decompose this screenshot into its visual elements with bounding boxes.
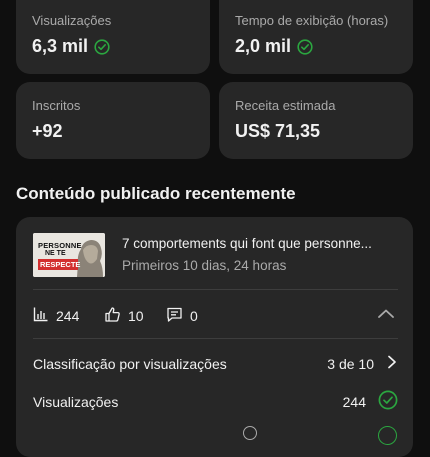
next-row-check-partial	[378, 426, 397, 445]
next-row-partial	[243, 426, 257, 440]
ranking-row[interactable]: Classificação por visualizações 3 de 10	[33, 354, 398, 373]
thumbnail-art	[33, 233, 105, 277]
section-title: Conteúdo publicado recentemente	[16, 184, 296, 203]
check-circle-icon	[94, 38, 110, 55]
revenue-stat-card[interactable]: Receita estimada US$ 71,35	[219, 82, 413, 159]
video-thumbnail[interactable]: PERSONNE NE TE RESPECTE	[33, 233, 105, 277]
chevron-right-icon	[386, 354, 398, 373]
views-value-wrap: 6,3 mil	[32, 36, 110, 57]
views-row-value: 244	[342, 393, 366, 410]
comment-icon	[166, 306, 183, 326]
thumbnail-text-2: NE TE	[45, 250, 66, 257]
views-stat-card[interactable]: Visualizações 6,3 mil	[16, 0, 210, 74]
subscribers-stat-card[interactable]: Inscritos +92	[16, 82, 210, 159]
divider	[33, 338, 398, 339]
comments-metric-value: 0	[190, 308, 198, 324]
views-value: 6,3 mil	[32, 36, 89, 56]
watch-time-label: Tempo de exibição (horas)	[235, 13, 389, 28]
views-metric-value: 244	[56, 307, 80, 324]
ranking-value-wrap: 3 de 10	[327, 354, 398, 373]
views-label: Visualizações	[32, 13, 112, 28]
thumbs-up-icon	[104, 306, 121, 326]
likes-metric-value: 10	[128, 308, 144, 324]
views-row-value-wrap: 244	[343, 390, 398, 413]
check-circle-icon	[378, 390, 398, 413]
views-metric: 244	[33, 306, 79, 325]
subscribers-value: +92	[32, 121, 63, 141]
chevron-up-icon	[378, 309, 394, 318]
subscribers-label: Inscritos	[32, 98, 81, 113]
views-row: Visualizações 244	[33, 390, 398, 413]
check-circle-icon	[297, 38, 313, 55]
revenue-label: Receita estimada	[235, 98, 336, 113]
comments-metric: 0	[166, 306, 198, 326]
thumbnail-text-3: RESPECTE	[40, 260, 81, 269]
bar-chart-icon	[33, 306, 49, 325]
watch-time-stat-card[interactable]: Tempo de exibição (horas) 2,0 mil	[219, 0, 413, 74]
divider	[33, 289, 398, 290]
watch-time-value: 2,0 mil	[235, 36, 292, 56]
likes-metric: 10	[104, 306, 144, 326]
views-row-label: Visualizações	[33, 393, 119, 410]
revenue-value: US$ 71,35	[235, 121, 321, 141]
video-title[interactable]: 7 comportements qui font que personne...	[122, 236, 407, 251]
watch-time-value-wrap: 2,0 mil	[235, 36, 313, 57]
collapse-button[interactable]	[376, 306, 396, 322]
ranking-value: 3 de 10	[327, 355, 374, 372]
video-subtitle: Primeiros 10 dias, 24 horas	[122, 258, 287, 273]
ranking-label: Classificação por visualizações	[33, 355, 227, 372]
thumbnail-text-1: PERSONNE	[38, 241, 82, 250]
